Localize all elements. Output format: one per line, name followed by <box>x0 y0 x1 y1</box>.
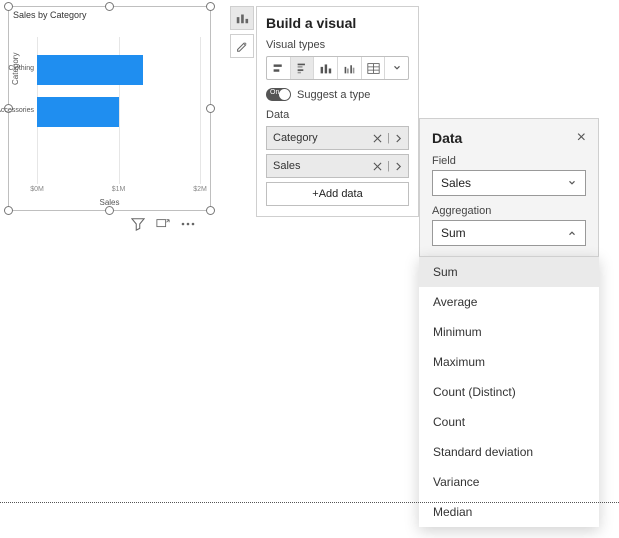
agg-option-average[interactable]: Average <box>419 287 599 317</box>
x-axis-label: Sales <box>9 198 210 207</box>
add-data-button[interactable]: +Add data <box>266 182 409 206</box>
table-icon[interactable] <box>362 57 386 79</box>
visual-types-label: Visual types <box>266 39 409 51</box>
resize-handle[interactable] <box>206 104 215 113</box>
agg-option-count[interactable]: Count <box>419 407 599 437</box>
column-chart-icon[interactable] <box>314 57 338 79</box>
agg-option-variance[interactable]: Variance <box>419 467 599 497</box>
agg-option-minimum[interactable]: Minimum <box>419 317 599 347</box>
x-tick: $1M <box>112 186 126 193</box>
chevron-up-icon <box>567 228 577 238</box>
bar-accessories[interactable] <box>37 97 119 127</box>
close-icon[interactable]: × <box>577 129 586 147</box>
agg-option-count-distinct[interactable]: Count (Distinct) <box>419 377 599 407</box>
build-visual-panel: Build a visual Visual types On Suggest a… <box>256 6 419 217</box>
more-options-icon[interactable] <box>180 216 195 231</box>
data-popup-title: Data <box>432 130 462 146</box>
agg-option-sum[interactable]: Sum <box>419 257 599 287</box>
resize-handle[interactable] <box>4 2 13 11</box>
field-label: Field <box>432 155 586 167</box>
pill-label: Category <box>273 132 373 144</box>
chart-visual[interactable]: Sales by Category Category $0M $1M $2M C… <box>8 6 211 211</box>
x-tick: $0M <box>30 186 44 193</box>
resize-handle[interactable] <box>105 206 114 215</box>
field-value: Sales <box>441 176 471 190</box>
field-options-chevron[interactable] <box>395 134 402 143</box>
remove-field-icon[interactable] <box>373 162 382 171</box>
chevron-down-icon <box>567 178 577 188</box>
resize-handle[interactable] <box>105 2 114 11</box>
aggregation-label: Aggregation <box>432 205 586 217</box>
filter-icon[interactable] <box>130 216 145 231</box>
agg-option-stddev[interactable]: Standard deviation <box>419 437 599 467</box>
field-pill-sales[interactable]: Sales | <box>266 154 409 178</box>
clustered-column-icon[interactable] <box>338 57 362 79</box>
suggest-label: Suggest a type <box>297 89 370 101</box>
category-label: Clothing <box>8 65 34 72</box>
agg-option-maximum[interactable]: Maximum <box>419 347 599 377</box>
page-boundary <box>0 502 619 503</box>
clustered-bar-icon[interactable] <box>291 57 315 79</box>
panel-title: Build a visual <box>266 15 409 31</box>
visual-type-picker <box>266 56 409 80</box>
pill-label: Sales <box>273 160 373 172</box>
data-popup: Data × Field Sales Aggregation Sum <box>419 118 599 262</box>
build-visual-tab[interactable] <box>230 6 254 30</box>
format-tab[interactable] <box>230 34 254 58</box>
resize-handle[interactable] <box>206 2 215 11</box>
more-visuals-chevron[interactable] <box>385 57 408 79</box>
remove-field-icon[interactable] <box>373 134 382 143</box>
stacked-bar-icon[interactable] <box>267 57 291 79</box>
field-pill-category[interactable]: Category | <box>266 126 409 150</box>
aggregation-select[interactable]: Sum <box>432 220 586 246</box>
plot-area: $0M $1M $2M Clothing Accessories <box>37 37 200 180</box>
resize-handle[interactable] <box>206 206 215 215</box>
data-section-label: Data <box>266 109 409 121</box>
visual-toolbar <box>130 216 195 231</box>
suggest-type-toggle[interactable]: On <box>266 88 291 101</box>
focus-mode-icon[interactable] <box>155 216 170 231</box>
field-options-chevron[interactable] <box>395 162 402 171</box>
aggregation-value: Sum <box>441 226 466 240</box>
resize-handle[interactable] <box>4 206 13 215</box>
aggregation-dropdown: Sum Average Minimum Maximum Count (Disti… <box>419 256 599 527</box>
x-tick: $2M <box>193 186 207 193</box>
field-select[interactable]: Sales <box>432 170 586 196</box>
bar-clothing[interactable] <box>37 55 143 85</box>
category-label: Accessories <box>0 107 34 114</box>
